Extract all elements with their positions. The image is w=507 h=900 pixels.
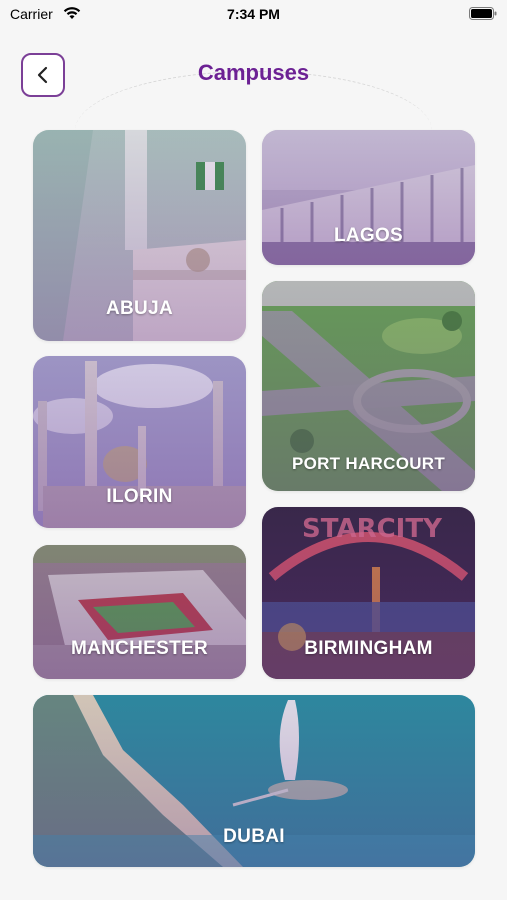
campus-card-lagos[interactable]: LAGOS [262, 130, 475, 265]
campus-card-manchester[interactable]: MANCHESTER [33, 545, 246, 679]
campus-card-ilorin[interactable]: ILORIN [33, 356, 246, 528]
page-title: Campuses [197, 60, 310, 85]
status-bar: Carrier 7:34 PM [0, 0, 507, 30]
campus-card-port-harcourt[interactable]: PORT HARCOURT [262, 281, 475, 491]
campus-card-abuja[interactable]: ABUJA [33, 130, 246, 341]
header: Campuses [0, 45, 507, 107]
campus-label: ILORIN [106, 486, 173, 507]
campus-label: LAGOS [333, 225, 404, 246]
campus-label: ABUJA [106, 298, 173, 319]
battery-icon [469, 7, 497, 20]
campus-label: DUBAI [223, 826, 285, 847]
campus-label: BIRMINGHAM [304, 638, 433, 659]
campus-label: MANCHESTER [70, 638, 209, 659]
campus-card-dubai[interactable]: DUBAI [33, 695, 475, 867]
clock: 7:34 PM [227, 6, 280, 22]
campus-label: PORT HARCOURT [291, 454, 446, 473]
campus-card-birmingham[interactable]: STARCITY BIRMINGHAM [262, 507, 475, 679]
